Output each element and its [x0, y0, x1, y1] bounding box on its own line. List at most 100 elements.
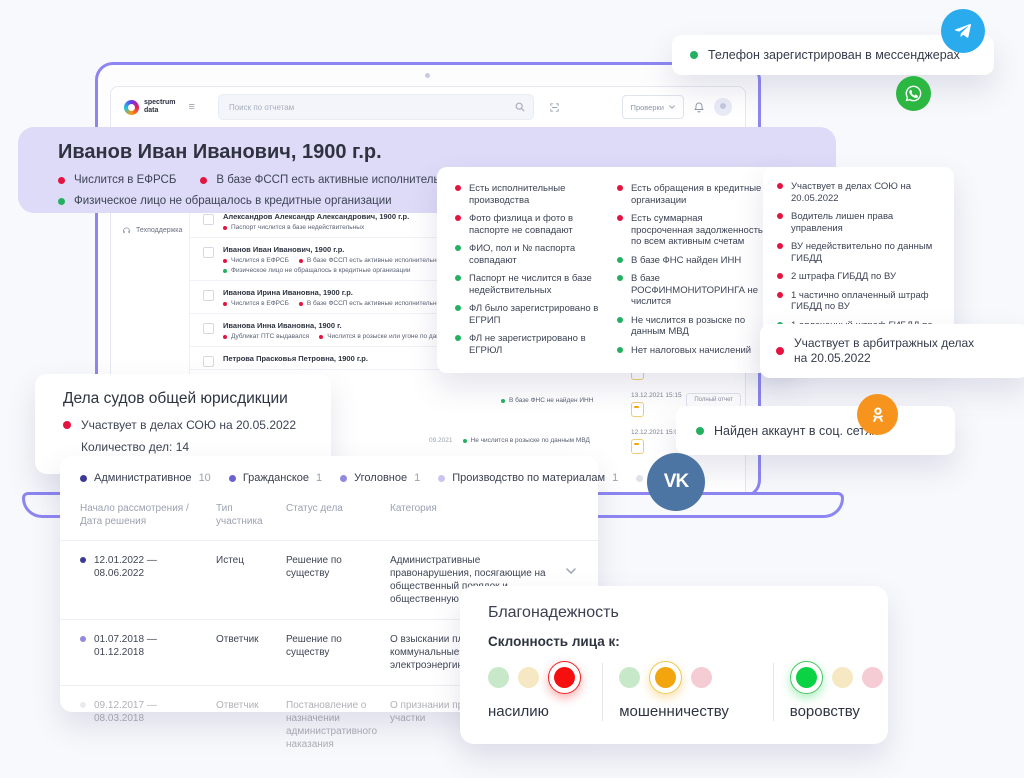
report-doc-icon [631, 402, 644, 417]
scan-icon[interactable] [549, 102, 560, 113]
tab-criminal[interactable]: Уголовное1 [340, 472, 420, 484]
sidebar-item-label: Техподдержка [136, 227, 182, 234]
tab-dot [229, 475, 236, 482]
row-checkbox[interactable] [203, 356, 214, 367]
light-yellow-dim [518, 667, 539, 688]
bad-dot [777, 213, 783, 219]
traffic-lights [790, 661, 888, 694]
avatar[interactable] [714, 98, 732, 116]
arbitration-pill-label: Участвует в арбитражных делах на 20.05.2… [794, 336, 976, 366]
chevron-down-icon[interactable] [566, 568, 576, 574]
checks-dropdown-label: Проверки [631, 103, 664, 112]
banner-badges-row2: Физическое лицо не обращалось в кредитны… [58, 195, 392, 207]
tab-materials[interactable]: Производство по материалам1 [438, 472, 618, 484]
checks-column-1: Есть исполнительные производства Фото фи… [455, 183, 603, 373]
light-green-active [790, 661, 823, 694]
good-dot [455, 245, 461, 251]
checks-dropdown-button[interactable]: Проверки [622, 95, 684, 119]
bad-dot [299, 259, 303, 263]
traffic-lights [488, 661, 586, 694]
search-input[interactable] [227, 102, 509, 113]
badge-fragment: 09.2021 Не числится в розыске по данным … [429, 437, 590, 444]
chevron-down-icon [669, 105, 675, 109]
good-dot [617, 275, 623, 281]
row-checkbox[interactable] [203, 290, 214, 301]
good-dot [501, 399, 505, 403]
bad-dot [777, 183, 783, 189]
bad-dot [319, 335, 323, 339]
reliability-title: Благонадежность [488, 604, 888, 622]
reliability-group-theft: воровству [790, 661, 888, 720]
bad-dot [617, 215, 623, 221]
table-header: Начало рассмотрения / Дата решения Тип у… [60, 494, 598, 541]
row-dot [80, 702, 86, 708]
reliability-label: воровству [790, 703, 888, 720]
bad-dot [223, 259, 227, 263]
bad-dot [617, 185, 623, 191]
menu-icon[interactable]: ≡ [189, 101, 195, 113]
light-pink-dim [862, 667, 883, 688]
light-green-dim [619, 667, 640, 688]
reliability-label: мошенничеству [619, 703, 757, 720]
full-report-button[interactable]: Полный отчет [686, 393, 741, 407]
light-yellow-dim [832, 667, 853, 688]
case-type-tabs: Административное10 Гражданское1 Уголовно… [60, 456, 598, 494]
arbitration-pill: Участвует в арбитражных делах на 20.05.2… [760, 324, 1024, 378]
bad-dot [455, 215, 461, 221]
good-dot [58, 198, 65, 205]
good-dot [696, 427, 704, 435]
good-dot [455, 275, 461, 281]
row-checkbox[interactable] [203, 214, 214, 225]
court-bullet: Участвует в делах СОЮ на 20.05.2022 [63, 418, 296, 432]
bad-dot [63, 421, 71, 429]
light-pink-dim [691, 667, 712, 688]
traffic-lights [619, 661, 757, 694]
court-card-title: Дела судов общей юрисдикции [63, 390, 331, 408]
search-bar [218, 94, 534, 120]
bad-dot [223, 335, 227, 339]
court-case-count: Количество дел: 14 [81, 440, 189, 454]
bad-dot [455, 185, 461, 191]
telegram-icon [941, 9, 985, 53]
bad-dot [223, 226, 227, 230]
row-checkbox[interactable] [203, 323, 214, 334]
odnoklassniki-icon [857, 394, 898, 435]
divider [773, 663, 774, 721]
light-orange-active [649, 661, 682, 694]
app-logo: spectrumdata [124, 99, 176, 114]
tab-dot [80, 475, 87, 482]
vk-icon: VK [647, 453, 705, 511]
bad-dot [777, 273, 783, 279]
report-doc-icon [631, 439, 644, 454]
sidebar-item-support[interactable]: Техподдержка [122, 226, 182, 235]
good-dot [223, 269, 227, 273]
good-dot [455, 335, 461, 341]
person-title: Иванов Иван Иванович, 1900 г.р. [58, 141, 836, 164]
reliability-group-fraud: мошенничеству [619, 661, 757, 720]
good-dot [617, 347, 623, 353]
tab-dot [636, 475, 643, 482]
whatsapp-icon [896, 76, 931, 111]
good-dot [617, 257, 623, 263]
bad-dot [223, 302, 227, 306]
search-icon [515, 102, 525, 112]
good-dot [617, 317, 623, 323]
social-pill-label: Найден аккаунт в соц. сетях [714, 424, 878, 438]
good-dot [463, 439, 467, 443]
bad-dot [777, 243, 783, 249]
fragment-date: 09.2021 [429, 437, 453, 444]
light-green-dim [488, 667, 509, 688]
row-checkbox[interactable] [203, 247, 214, 258]
bell-icon[interactable] [693, 101, 705, 114]
tab-dot [340, 475, 347, 482]
divider [602, 663, 603, 721]
reliability-groups: насилию мошенничеству воровству [488, 661, 888, 721]
light-red-active [548, 661, 581, 694]
bad-dot [58, 177, 65, 184]
tab-civil[interactable]: Гражданское1 [229, 472, 322, 484]
bad-dot [777, 292, 783, 298]
social-pill: Найден аккаунт в соц. сетях [676, 406, 955, 455]
headset-icon [122, 226, 131, 235]
tab-administrative[interactable]: Административное10 [80, 472, 211, 484]
laptop-camera-dot [425, 73, 430, 78]
